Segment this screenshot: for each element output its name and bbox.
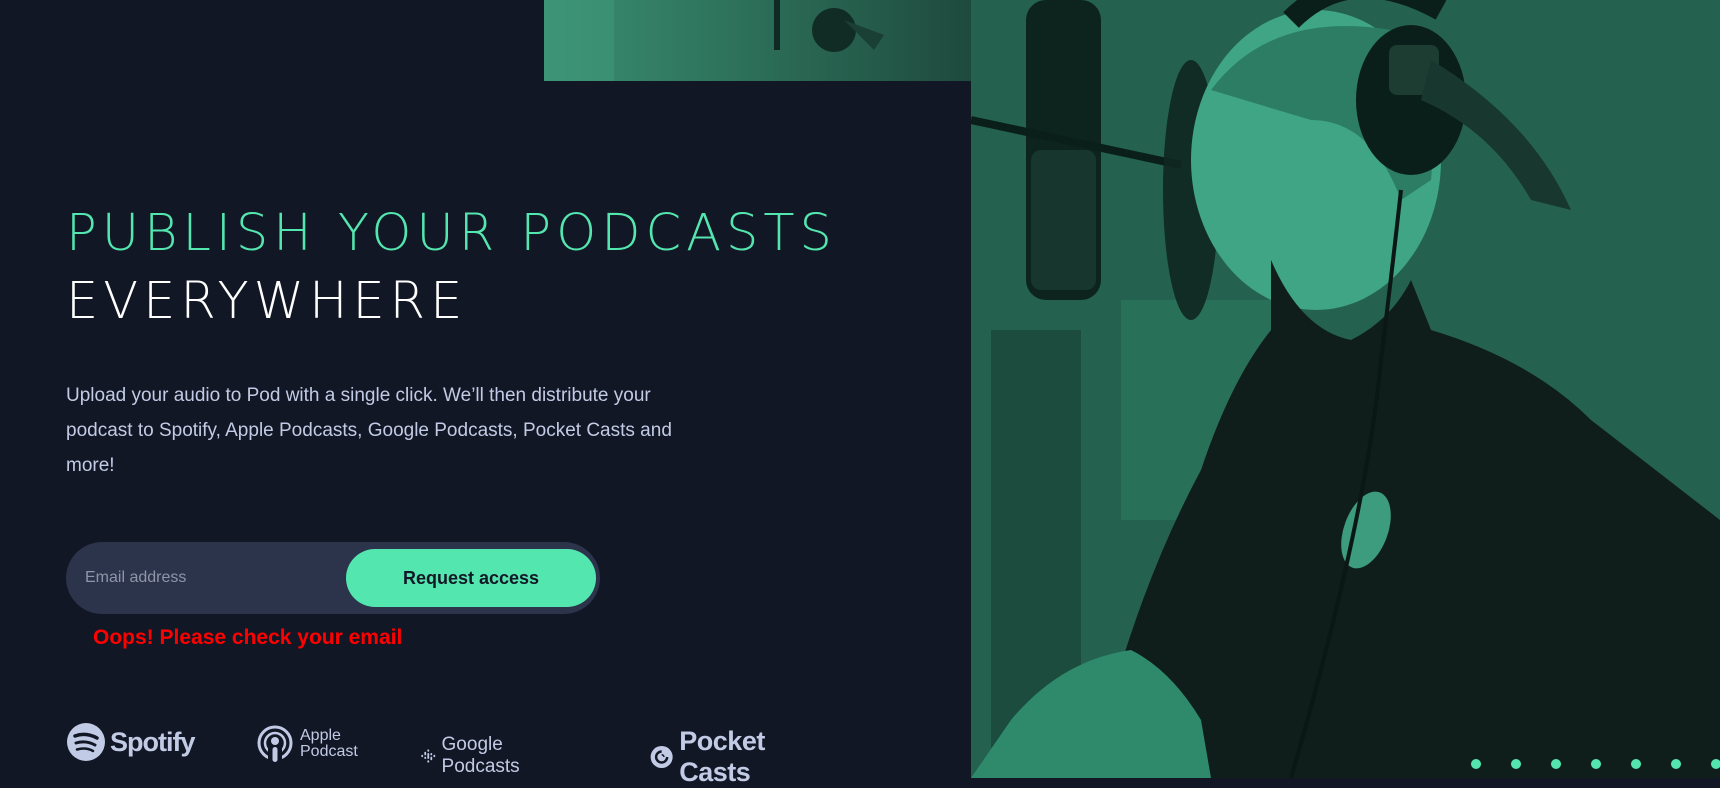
apple-label-line-1: Apple [300,727,341,744]
google-podcasts-icon [421,749,436,763]
apple-podcast-label: Apple Podcast [300,728,358,760]
apple-label-line-2: Podcast [300,743,358,760]
dot-pattern-dot [1591,759,1601,769]
dot-pattern-dot [1471,759,1481,769]
hero-photo-top-strip [544,0,971,81]
pocket-casts-logo: Pocket Casts [650,726,780,788]
dot-pattern-dot [1631,759,1641,769]
google-podcasts-label: Google Podcasts [441,734,520,777]
pocket-casts-label: Pocket Casts [679,726,765,787]
headline-line-1: PUBLISH YOUR PODCASTS [66,204,837,263]
google-podcasts-logo: Google Podcasts [421,734,529,778]
hero-description: Upload your audio to Pod with a single c… [66,385,672,476]
headline-line-2: EVERYWHERE [66,272,468,331]
dot-pattern-dot [1551,759,1561,769]
apple-podcasts-icon [257,725,293,764]
request-access-form: Request access [66,542,600,614]
spotify-logo: Spotify [66,722,195,762]
dot-pattern-dot [1671,759,1681,769]
dot-pattern-dot [1711,759,1720,769]
request-access-button[interactable]: Request access [346,549,596,607]
dot-pattern-dot [1511,759,1521,769]
hero-photo [971,0,1720,778]
page-title: PUBLISH YOUR PODCASTS EVERYWHERE [66,200,837,336]
spotify-icon [67,723,105,761]
pocket-casts-icon [650,745,673,769]
email-input[interactable] [66,542,336,614]
spotify-label: Spotify [110,726,195,757]
apple-podcast-logo: Apple Podcast [256,724,358,764]
email-error-message: Oops! Please check your email [93,626,403,649]
